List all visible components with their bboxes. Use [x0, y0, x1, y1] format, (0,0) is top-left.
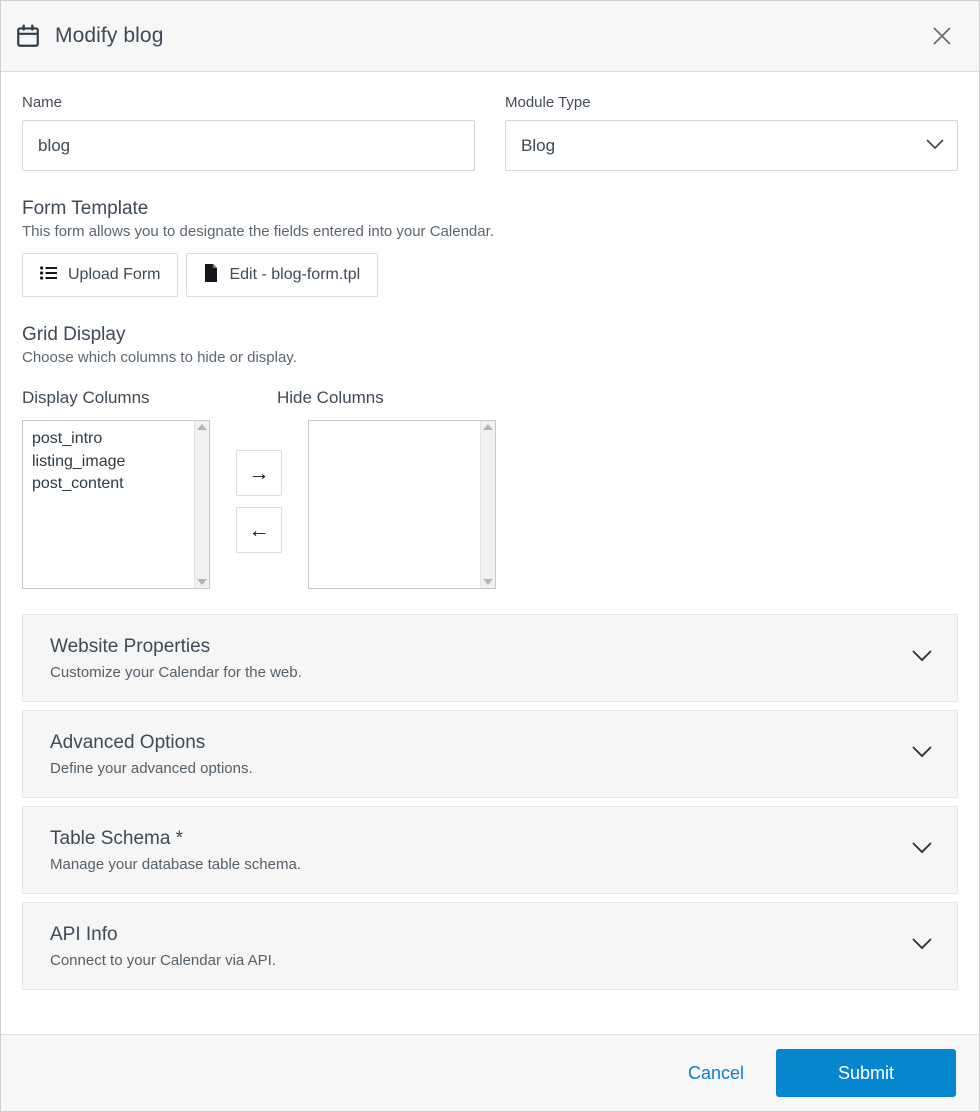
module-type-field-group: Module Type Blog [505, 94, 958, 171]
calendar-icon [15, 23, 41, 49]
upload-form-label: Upload Form [68, 266, 161, 283]
chevron-down-icon[interactable] [911, 649, 933, 667]
upload-form-button[interactable]: Upload Form [22, 253, 179, 297]
hide-columns-items [309, 421, 480, 588]
grid-display-section: Grid Display Choose which columns to hid… [22, 324, 958, 589]
scroll-up-icon[interactable] [197, 424, 207, 430]
accordion-title: Advanced Options [50, 731, 206, 753]
move-right-button[interactable]: → [236, 450, 282, 496]
list-item[interactable]: post_intro [32, 428, 194, 451]
accordion-table-schema[interactable]: Table Schema * Manage your database tabl… [22, 806, 958, 894]
top-fields-row: Name Module Type Blog [22, 94, 958, 171]
name-label: Name [22, 94, 63, 111]
dialog-header-left: Modify blog [15, 23, 925, 49]
display-columns-scrollbar[interactable] [194, 421, 209, 588]
hide-columns-scrollbar[interactable] [480, 421, 495, 588]
submit-button[interactable]: Submit [776, 1049, 956, 1097]
form-template-description: This form allows you to designate the fi… [22, 223, 494, 240]
list-item[interactable]: listing_image [32, 451, 194, 474]
accordion-description: Connect to your Calendar via API. [50, 951, 276, 969]
module-type-value: Blog [521, 135, 556, 155]
form-template-title: Form Template [22, 198, 149, 219]
dual-list-labels: Display Columns Hide Columns [22, 388, 958, 408]
accordion-description: Define your advanced options. [50, 759, 253, 777]
dialog-body: Name Module Type Blog For [1, 72, 979, 1034]
accordion-title: API Info [50, 923, 118, 945]
accordion-texts: API Info Connect to your Calendar via AP… [50, 924, 911, 969]
form-template-section: Form Template This form allows you to de… [22, 198, 958, 297]
accordion-advanced-options[interactable]: Advanced Options Define your advanced op… [22, 710, 958, 798]
form-template-buttons: Upload Form Edit - blog-form.tpl [22, 253, 958, 297]
file-icon [204, 263, 218, 287]
transfer-buttons: → ← [236, 450, 282, 553]
chevron-down-icon[interactable] [911, 841, 933, 859]
accordion-texts: Advanced Options Define your advanced op… [50, 732, 911, 777]
accordion-list: Website Properties Customize your Calend… [22, 614, 958, 990]
hide-columns-label: Hide Columns [277, 388, 384, 407]
edit-form-label: Edit - blog-form.tpl [229, 266, 361, 283]
dialog-footer: Cancel Submit [1, 1034, 979, 1111]
display-columns-items: post_intro listing_image post_content [23, 421, 194, 588]
modify-blog-dialog: Modify blog Name Module Type Blog [0, 0, 980, 1112]
accordion-title: Table Schema * [50, 827, 184, 849]
scroll-up-icon[interactable] [483, 424, 493, 430]
accordion-texts: Website Properties Customize your Calend… [50, 636, 911, 681]
list-icon [40, 265, 57, 285]
chevron-down-icon[interactable] [911, 937, 933, 955]
module-type-select[interactable]: Blog [505, 120, 958, 171]
accordion-description: Manage your database table schema. [50, 855, 301, 873]
name-field-group: Name [22, 94, 475, 171]
display-columns-listbox[interactable]: post_intro listing_image post_content [22, 420, 210, 589]
accordion-api-info[interactable]: API Info Connect to your Calendar via AP… [22, 902, 958, 990]
display-columns-label: Display Columns [22, 388, 150, 407]
grid-display-description: Choose which columns to hide or display. [22, 349, 297, 366]
chevron-down-icon[interactable] [911, 745, 933, 763]
accordion-description: Customize your Calendar for the web. [50, 663, 302, 681]
dual-list-wrap: post_intro listing_image post_content → … [22, 420, 958, 589]
list-item[interactable]: post_content [32, 473, 194, 496]
hide-columns-listbox[interactable] [308, 420, 496, 589]
dialog-header: Modify blog [1, 1, 979, 72]
close-button[interactable] [925, 19, 959, 53]
cancel-button[interactable]: Cancel [678, 1057, 754, 1090]
grid-display-title: Grid Display [22, 324, 126, 345]
module-type-label: Module Type [505, 94, 591, 111]
accordion-website-properties[interactable]: Website Properties Customize your Calend… [22, 614, 958, 702]
edit-form-button[interactable]: Edit - blog-form.tpl [186, 253, 379, 297]
scroll-down-icon[interactable] [197, 579, 207, 585]
scroll-down-icon[interactable] [483, 579, 493, 585]
accordion-title: Website Properties [50, 635, 211, 657]
accordion-texts: Table Schema * Manage your database tabl… [50, 828, 911, 873]
move-left-button[interactable]: ← [236, 507, 282, 553]
name-input[interactable] [22, 120, 475, 171]
module-type-select-wrap: Blog [505, 120, 958, 171]
close-icon [933, 27, 951, 45]
page-title: Modify blog [55, 24, 164, 47]
